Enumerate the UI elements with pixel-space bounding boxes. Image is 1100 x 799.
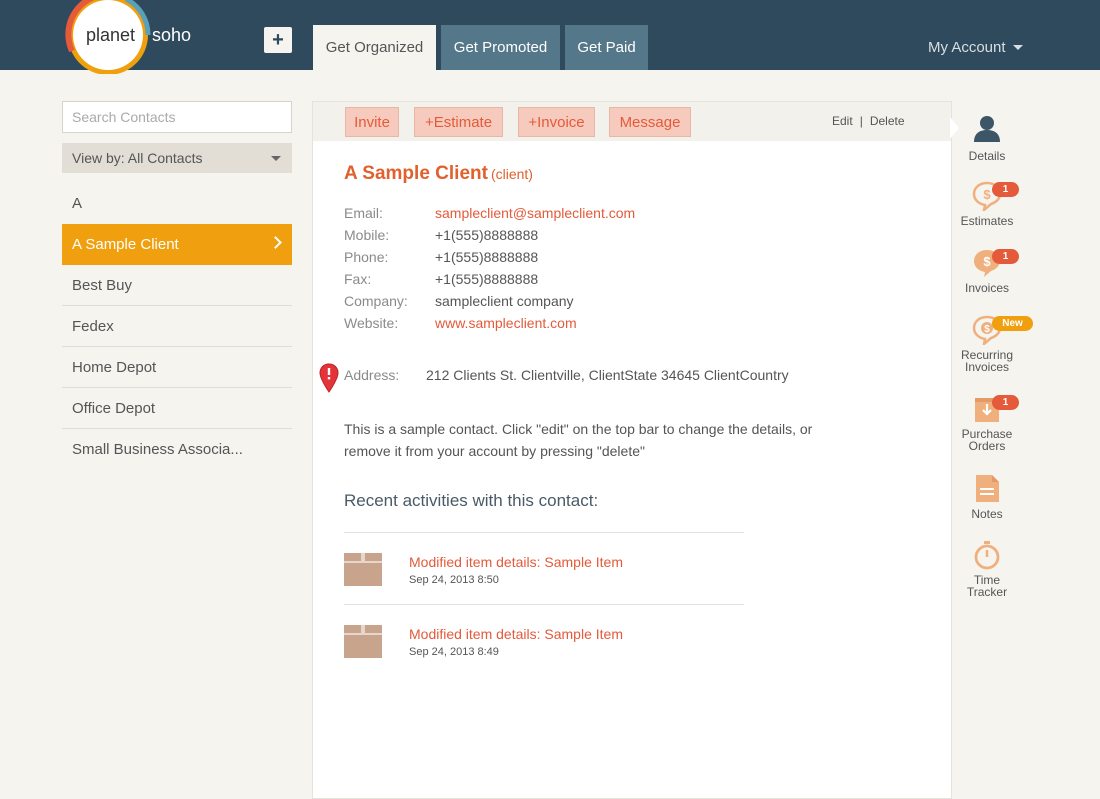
field-email: Email: sampleclient@sampleclient.com [344, 205, 635, 221]
chevron-right-icon [269, 236, 282, 249]
tab-get-paid[interactable]: Get Paid [565, 25, 648, 70]
nav-notes[interactable]: Notes [953, 473, 1021, 520]
website-link[interactable]: www.sampleclient.com [435, 315, 577, 331]
tab-get-organized[interactable]: Get Organized [313, 25, 436, 70]
logo-soho: soho [152, 25, 192, 45]
invoices-count-badge: 1 [992, 249, 1019, 264]
action-bar: Invite +Estimate +Invoice Message Edit | D… [313, 102, 951, 141]
search-contacts-input[interactable] [62, 101, 292, 133]
chevron-down-icon [1012, 45, 1023, 50]
nav-label: Estimates [960, 214, 1014, 228]
add-invoice-button[interactable]: +Invoice [518, 107, 595, 137]
recent-activities-heading: Recent activities with this contact: [344, 491, 599, 510]
nav-label: Notes [971, 507, 1003, 521]
activity-date: Sep 24, 2013 8:49 [409, 646, 499, 658]
field-label: Fax: [344, 271, 372, 287]
nav-label-line: Orders [968, 439, 1006, 453]
field-value: +1(555)8888888 [435, 227, 539, 243]
map-pin-icon[interactable] [319, 363, 339, 393]
field-label: Phone: [344, 249, 389, 265]
field-label: Company: [344, 293, 408, 309]
nav-details[interactable]: Details [953, 114, 1021, 162]
contact-item[interactable]: Fedex [62, 306, 292, 347]
letter-heading: A [72, 195, 83, 212]
contact-title-name: A Sample Client [344, 163, 488, 184]
note-icon [976, 475, 999, 502]
activity-date: Sep 24, 2013 8:50 [409, 574, 499, 586]
email-link[interactable]: sampleclient@sampleclient.com [435, 205, 635, 221]
add-new-button[interactable]: + [264, 27, 292, 53]
field-label: Address: [344, 367, 400, 383]
field-value: +1(555)8888888 [435, 271, 539, 287]
message-button[interactable]: Message [609, 107, 691, 137]
field-address: Address: 212 Clients St. Clientville, Cl… [344, 367, 789, 383]
svg-text:$: $ [983, 254, 991, 269]
activity-link[interactable]: Modified item details: Sample Item [409, 626, 623, 642]
stopwatch-icon [974, 541, 1000, 570]
field-website: Website: www.sampleclient.com [344, 315, 577, 331]
nav-label: Details [968, 149, 1006, 163]
invite-button[interactable]: Invite [345, 107, 399, 137]
logo-text: planet soho [86, 25, 191, 46]
recurring-new-badge: New [992, 316, 1033, 331]
contact-name: A Sample Client [72, 236, 179, 253]
my-account-label: My Account [928, 39, 1006, 56]
estimates-count-badge: 1 [992, 182, 1019, 197]
contact-kind: (client) [490, 166, 533, 182]
field-value: +1(555)8888888 [435, 249, 539, 265]
add-estimate-button[interactable]: +Estimate [414, 107, 503, 137]
edit-link[interactable]: Edit [832, 114, 853, 128]
field-label: Mobile: [344, 227, 390, 243]
field-label: Email: [344, 205, 383, 221]
delete-link[interactable]: Delete [870, 114, 905, 128]
field-fax: Fax: +1(555)8888888 [344, 271, 538, 287]
activity-link[interactable]: Modified item details: Sample Item [409, 554, 623, 570]
chevron-down-icon [271, 156, 281, 161]
address-value: 212 Clients St. Clientville, ClientState… [426, 367, 789, 383]
field-mobile: Mobile: +1(555)8888888 [344, 227, 538, 243]
contact-item[interactable]: Office Depot [62, 388, 292, 429]
field-phone: Phone: +1(555)8888888 [344, 249, 538, 265]
contact-list: A A Sample Client Best Buy Fedex Home De… [62, 183, 292, 470]
contact-item-selected[interactable]: A Sample Client [62, 224, 292, 265]
contact-item[interactable]: Home Depot [62, 347, 292, 388]
logo-planet: planet [86, 25, 136, 45]
contact-title: A Sample Client (client) [344, 163, 533, 185]
tab-get-promoted[interactable]: Get Promoted [441, 25, 560, 70]
nav-label-line: Invoices [964, 360, 1010, 374]
field-value: sampleclient company [435, 293, 574, 309]
my-account-menu[interactable]: My Account [928, 39, 1023, 56]
separator: | [859, 114, 863, 128]
view-by-dropdown[interactable]: View by: All Contacts [62, 143, 292, 173]
svg-text:$: $ [983, 187, 991, 202]
field-label: Website: [344, 315, 399, 331]
nav-label: Invoices [964, 281, 1010, 295]
divider [344, 604, 744, 605]
person-icon [974, 116, 1000, 142]
nav-time-tracker[interactable]: Time Tracker [953, 540, 1021, 598]
purchase-orders-count-badge: 1 [992, 395, 1019, 410]
contact-description: This is a sample contact. Click "edit" o… [344, 421, 813, 459]
field-company: Company: sampleclient company [344, 293, 574, 309]
box-icon [344, 553, 382, 586]
top-header: planet soho + Get Organized Get Promoted… [0, 0, 1100, 74]
svg-text:$: $ [984, 324, 990, 335]
divider [344, 532, 744, 533]
contact-item[interactable]: Small Business Associa... [62, 429, 292, 470]
edit-delete-links: Edit | Delete [832, 114, 905, 128]
box-icon [344, 625, 382, 658]
view-by-label: View by: All Contacts [72, 150, 203, 166]
nav-label-line: Tracker [966, 585, 1008, 599]
contact-item[interactable]: Best Buy [62, 265, 292, 306]
